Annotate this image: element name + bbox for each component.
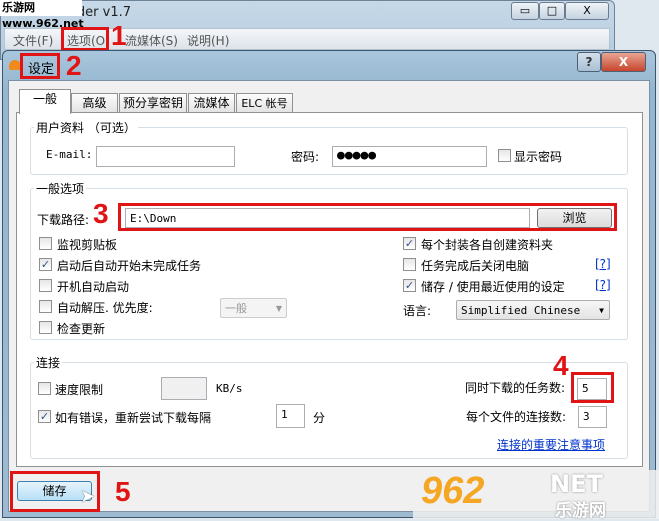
menu-help[interactable]: 说明(H)	[187, 32, 229, 49]
option-right-0-label: 每个封装各自创建资料夹	[421, 238, 554, 252]
retry-checkbox[interactable]: ✓	[38, 410, 51, 423]
browse-button[interactable]: 浏览	[537, 208, 612, 228]
minimize-button[interactable]: ▭	[511, 2, 539, 20]
connections-per-file-input[interactable]: 3	[578, 406, 607, 428]
help-link[interactable]: [?]	[595, 278, 611, 292]
language-select[interactable]: Simplified Chinese ▼	[456, 300, 610, 320]
annotation-box-1	[61, 27, 109, 51]
option-right-1-checkbox[interactable]	[403, 258, 416, 271]
menu-file[interactable]: 文件(F)	[13, 32, 53, 49]
logo-net: NET	[550, 470, 603, 498]
language-label: 语言:	[403, 304, 432, 318]
concurrent-tasks-label: 同时下载的任务数:	[465, 381, 566, 395]
logo-cn: 乐游网	[555, 501, 606, 521]
annotation-5: 5	[115, 476, 131, 507]
language-value: Simplified Chinese	[461, 304, 581, 317]
option-right-2-checkbox[interactable]: ✓	[403, 279, 416, 292]
priority-select[interactable]: 一般 ▼	[220, 298, 287, 318]
download-path-label: 下载路径:	[37, 213, 90, 227]
retry-interval-input[interactable]: 1	[276, 404, 305, 428]
show-password-label: 显示密码	[514, 150, 563, 164]
annotation-3: 3	[93, 198, 109, 229]
speed-limit-checkbox[interactable]	[38, 382, 51, 395]
maximize-button[interactable]: □	[539, 2, 565, 20]
chevron-down-icon: ▼	[275, 304, 282, 313]
menu-streaming[interactable]: 流媒体(S)	[125, 32, 178, 49]
annotation-2: 2	[66, 50, 82, 81]
site-watermark: 乐游网 www.962.net	[0, 0, 84, 30]
retry-unit: 分	[313, 411, 326, 425]
password-field[interactable]: ●●●●●	[332, 146, 487, 167]
connections-per-file-label: 每个文件的连接数:	[466, 410, 567, 424]
option-left-3-label: 自动解压. 优先度:	[57, 301, 153, 315]
speed-limit-input[interactable]	[161, 377, 207, 400]
option-left-0-checkbox[interactable]	[39, 237, 52, 250]
tab-general[interactable]: 一般	[19, 89, 71, 114]
connection-notes-link[interactable]: 连接的重要注意事项	[497, 436, 605, 453]
speed-limit-label: 速度限制	[55, 383, 104, 397]
annotation-4: 4	[553, 350, 569, 381]
option-right-2-label: 储存 / 使用最近使用的设定	[421, 280, 565, 294]
help-link[interactable]: [?]	[595, 257, 611, 271]
concurrent-tasks-input[interactable]: 5	[577, 378, 607, 400]
tab-streaming[interactable]: 流媒体	[188, 93, 235, 113]
option-right-1-label: 任务完成后关闭电脑	[421, 259, 530, 273]
help-button[interactable]: ?	[577, 52, 601, 72]
logo-962: 962	[421, 470, 485, 512]
email-field[interactable]	[96, 146, 235, 167]
option-left-4-label: 检查更新	[57, 322, 106, 336]
option-right-0-checkbox[interactable]: ✓	[403, 237, 416, 250]
annotation-1: 1	[111, 20, 127, 51]
option-left-2-label: 开机自动启动	[57, 280, 130, 294]
show-password-checkbox[interactable]	[498, 149, 511, 162]
connection-group-label: 连接	[34, 354, 63, 371]
tab-elc-account[interactable]: ELC 帐号	[236, 93, 293, 113]
option-left-1-label: 启动后自动开始未完成任务	[57, 259, 202, 273]
download-path-input[interactable]: E:\Down	[125, 208, 530, 228]
option-left-4-checkbox[interactable]	[39, 321, 52, 334]
close-button[interactable]: X	[565, 2, 609, 20]
retry-label: 如有错误，重新尝试下载每隔	[55, 411, 212, 425]
user-group-label: 用户资料 （可选）	[34, 119, 138, 136]
option-left-0-label: 监视剪贴板	[57, 238, 118, 252]
password-label: 密码:	[291, 150, 320, 164]
mouse-cursor-icon: ➤	[80, 486, 96, 507]
tab-preshared-key[interactable]: 预分享密钥	[119, 93, 187, 113]
site-logo-watermark: 962 NET 乐游网	[413, 470, 659, 521]
dialog-close-button[interactable]: X	[601, 52, 646, 72]
annotation-box-2	[20, 53, 60, 79]
speed-unit: KB/s	[216, 382, 243, 395]
general-group-label: 一般选项	[34, 180, 87, 197]
option-left-3-checkbox[interactable]	[39, 300, 52, 313]
priority-value: 一般	[225, 302, 247, 315]
option-left-1-checkbox[interactable]: ✓	[39, 258, 52, 271]
chevron-down-icon: ▼	[599, 306, 604, 315]
option-left-2-checkbox[interactable]	[39, 279, 52, 292]
email-label: E-mail:	[46, 148, 93, 161]
tab-advanced[interactable]: 高级	[71, 93, 118, 113]
